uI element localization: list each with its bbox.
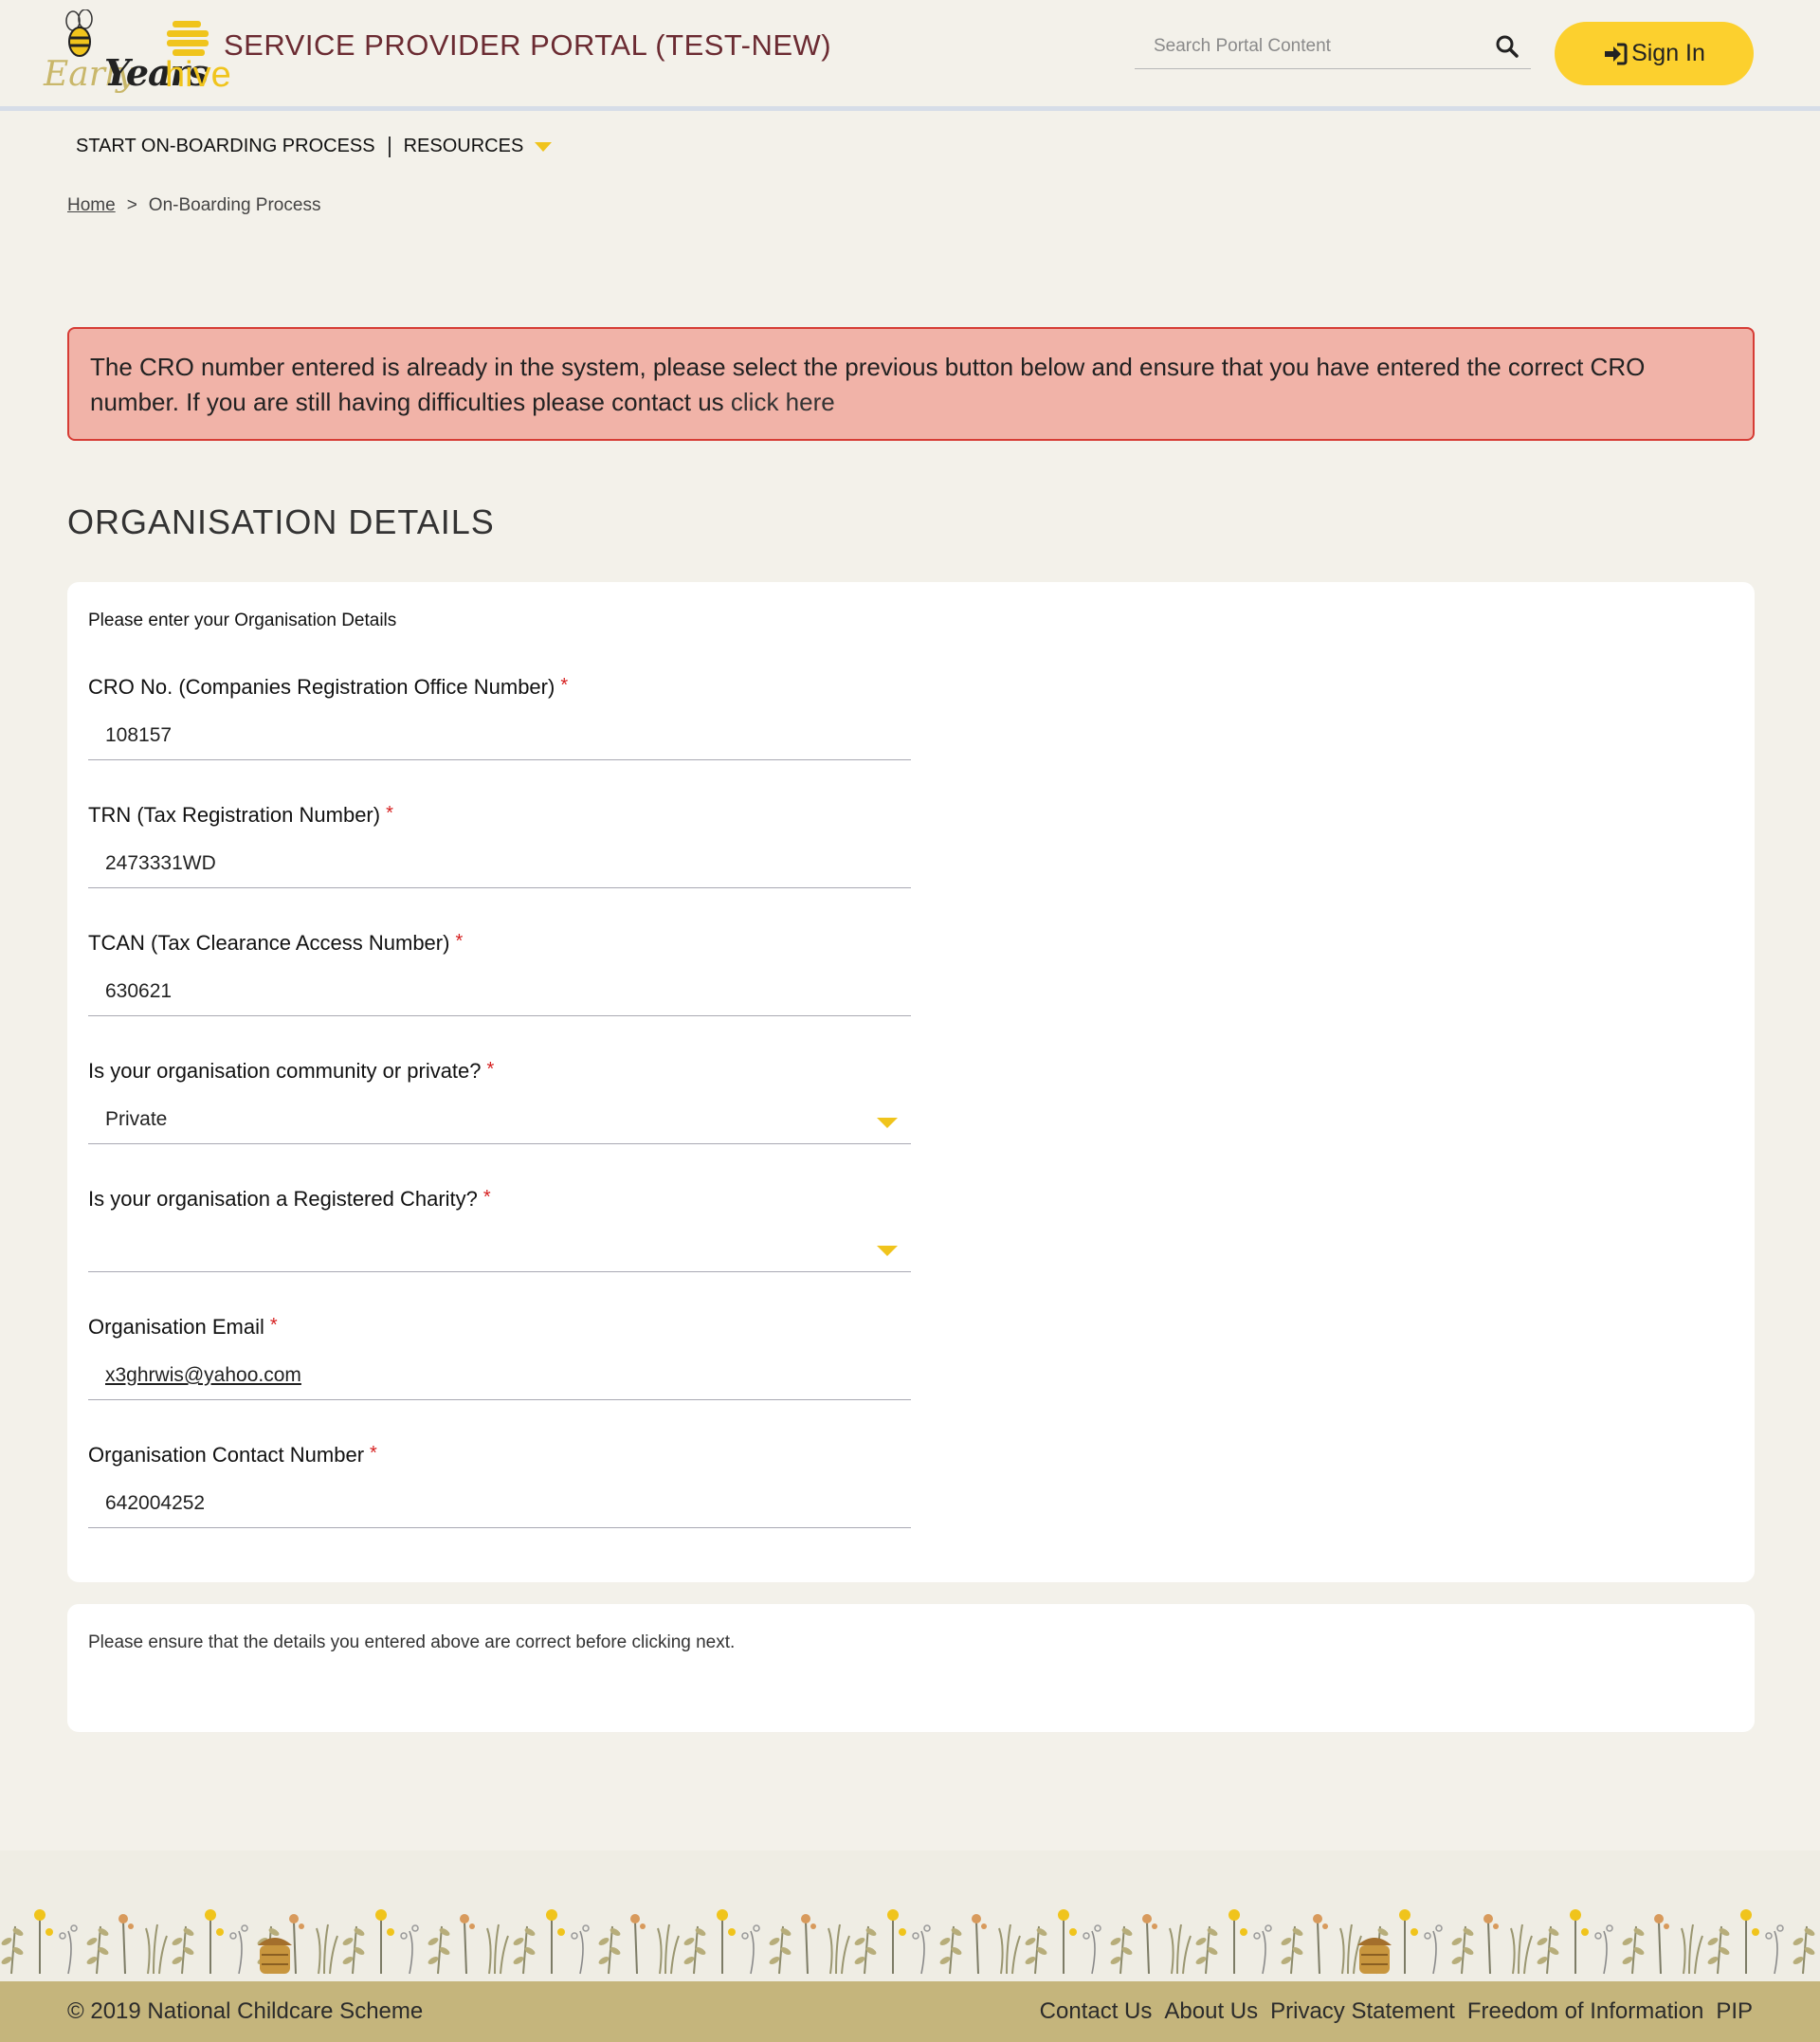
bee-icon	[65, 9, 93, 57]
required-asterisk: *	[482, 1187, 491, 1208]
registered-charity-select[interactable]	[88, 1229, 911, 1272]
required-asterisk: *	[455, 931, 464, 952]
logo-text-hive: hive	[165, 55, 231, 95]
nav-item-start-onboarding[interactable]: START ON-BOARDING PROCESS	[76, 136, 375, 157]
form-intro: Please enter your Organisation Details	[88, 611, 397, 630]
confirmation-card: Please ensure that the details you enter…	[67, 1604, 1755, 1732]
required-asterisk: *	[370, 1443, 377, 1464]
search-input[interactable]	[1152, 32, 1478, 61]
trn-input[interactable]: 2473331WD	[88, 845, 911, 888]
field-label: CRO No. (Companies Registration Office N…	[88, 675, 555, 699]
field-label: Organisation Email	[88, 1315, 264, 1339]
field-value: x3ghrwis@yahoo.com	[105, 1364, 301, 1386]
cro-number-field: CRO No. (Companies Registration Office N…	[88, 675, 911, 760]
field-label: TRN (Tax Registration Number)	[88, 803, 381, 827]
chevron-down-icon[interactable]	[535, 141, 553, 152]
organisation-contact-input[interactable]: 642004252	[88, 1485, 911, 1528]
footer-links: Contact Us About Us Privacy Statement Fr…	[1028, 1998, 1753, 2025]
footer-link-freedom-of-information[interactable]: Freedom of Information	[1467, 1998, 1703, 2025]
field-value: 2473331WD	[105, 852, 216, 874]
site-footer: © 2019 National Childcare Scheme Contact…	[0, 1981, 1820, 2042]
organisation-type-field: Is your organisation community or privat…	[88, 1059, 911, 1144]
footer-link-contact-us[interactable]: Contact Us	[1040, 1998, 1153, 2025]
required-asterisk: *	[269, 1315, 278, 1336]
tcan-input[interactable]: 630621	[88, 973, 911, 1016]
site-header: Early Years hive SERVICE PROVIDER PORTAL…	[0, 0, 1820, 111]
sign-in-icon	[1605, 43, 1628, 64]
contact-us-link[interactable]: click here	[731, 388, 835, 416]
chevron-down-icon	[877, 1246, 898, 1256]
footer-flower-decoration	[0, 1851, 1820, 1981]
error-alert: The CRO number entered is already in the…	[67, 327, 1755, 441]
footer-link-privacy-statement[interactable]: Privacy Statement	[1270, 1998, 1455, 2025]
breadcrumb: Home > On-Boarding Process	[67, 195, 320, 216]
field-label: Is your organisation community or privat…	[88, 1059, 482, 1083]
cro-number-input[interactable]: 108157	[88, 717, 911, 760]
main-nav: START ON-BOARDING PROCESS RESOURCES	[76, 136, 553, 157]
sign-in-button[interactable]: Sign In	[1555, 22, 1754, 85]
breadcrumb-separator: >	[126, 195, 137, 215]
portal-title: SERVICE PROVIDER PORTAL (TEST-NEW)	[224, 28, 832, 62]
sign-in-label: Sign In	[1631, 40, 1705, 66]
field-value: 630621	[105, 980, 173, 1002]
organisation-contact-field: Organisation Contact Number * 642004252	[88, 1443, 911, 1528]
confirmation-note: Please ensure that the details you enter…	[88, 1632, 736, 1652]
search-icon[interactable]	[1495, 34, 1520, 59]
section-title: ORGANISATION DETAILS	[67, 502, 495, 541]
search-bar	[1135, 25, 1531, 69]
required-asterisk: *	[386, 803, 393, 824]
organisation-type-select[interactable]: Private	[88, 1101, 911, 1144]
early-years-hive-logo[interactable]: Early Years hive	[44, 9, 231, 97]
footer-link-about-us[interactable]: About Us	[1164, 1998, 1258, 2025]
field-label: TCAN (Tax Clearance Access Number)	[88, 931, 450, 955]
breadcrumb-current: On-Boarding Process	[148, 195, 321, 215]
tcan-field: TCAN (Tax Clearance Access Number) * 6306…	[88, 931, 911, 1016]
breadcrumb-home-link[interactable]: Home	[67, 195, 116, 216]
registered-charity-field: Is your organisation a Registered Charit…	[88, 1187, 911, 1272]
copyright: © 2019 National Childcare Scheme	[67, 1998, 424, 2024]
nav-item-resources[interactable]: RESOURCES	[404, 136, 524, 157]
organisation-details-card: Please enter your Organisation Details C…	[67, 582, 1755, 1582]
trn-field: TRN (Tax Registration Number) * 2473331WD	[88, 803, 911, 888]
organisation-email-field: Organisation Email * x3ghrwis@yahoo.com	[88, 1315, 911, 1400]
required-asterisk: *	[486, 1059, 495, 1080]
flower-pattern	[1, 1909, 1815, 1975]
field-value: 642004252	[105, 1492, 206, 1514]
error-alert-message: The CRO number entered is already in the…	[90, 353, 1646, 416]
field-label: Organisation Contact Number	[88, 1443, 365, 1467]
chevron-down-icon	[877, 1118, 898, 1128]
field-value: Private	[105, 1108, 168, 1130]
field-label: Is your organisation a Registered Charit…	[88, 1187, 478, 1211]
nav-divider	[388, 136, 391, 157]
footer-link-pip[interactable]: PIP	[1716, 1998, 1753, 2025]
field-value: 108157	[105, 724, 173, 746]
organisation-email-input[interactable]: x3ghrwis@yahoo.com	[88, 1357, 911, 1400]
required-asterisk: *	[560, 675, 569, 696]
